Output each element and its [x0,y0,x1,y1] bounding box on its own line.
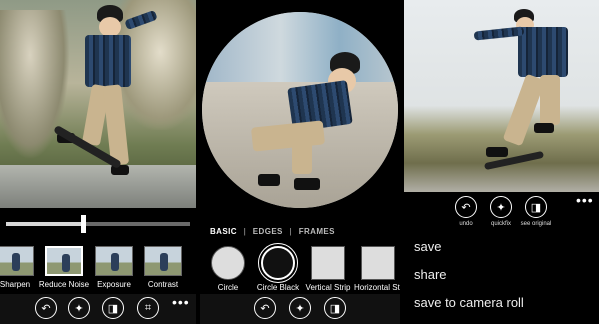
app-bar: ↶ ✦ ◨ ⌗ ••• [0,294,196,324]
menu-item-save[interactable]: save [414,238,524,266]
filter-label: Sharpen [0,280,31,289]
quickfix-button[interactable]: ✦ quickfix [481,196,521,227]
frames-screen: BASIC | EDGES | FRAMES Circle Circle Bla… [200,0,400,324]
frame-thumbnail [258,243,298,283]
filter-thumbnail [0,246,34,276]
frame-circle-black[interactable]: Circle Black [254,240,302,296]
edit-screen: Sharpen Reduce Noise Exposure Contrast ↶… [0,0,196,324]
frame-vertical-strip[interactable]: Vertical Strip [304,240,352,296]
frame-label: Horizontal Strip [354,283,400,292]
quickfix-icon[interactable]: ✦ [289,297,311,319]
action-label: see original [520,221,552,227]
filter-contrast[interactable]: Contrast [138,240,188,296]
filter-strip: Sharpen Reduce Noise Exposure Contrast [0,240,196,296]
compare-icon[interactable]: ◨ [324,297,346,319]
frame-horizontal-strip[interactable]: Horizontal Strip [354,240,400,296]
save-screen: ↶ undo ✦ quickfix ◨ see original ••• sav… [404,0,599,324]
filter-thumbnail [144,246,182,276]
skater-photo [0,0,196,208]
tab-edges[interactable]: EDGES [253,227,283,236]
frame-tabs: BASIC | EDGES | FRAMES [210,227,339,236]
more-icon[interactable]: ••• [172,294,190,310]
undo-button[interactable]: ↶ undo [446,196,486,227]
tab-separator: | [289,227,293,236]
frame-strip: Circle Circle Black Vertical Strip Horiz… [200,240,400,296]
frame-circle[interactable]: Circle [204,240,252,296]
filter-exposure[interactable]: Exposure [89,240,139,296]
compare-icon: ◨ [525,196,547,218]
skater-photo [404,0,599,192]
quickfix-icon: ✦ [490,196,512,218]
see-original-button[interactable]: ◨ see original [516,196,556,227]
slider-thumb[interactable] [81,215,87,233]
frame-label: Vertical Strip [305,283,351,292]
frame-thumbnail [361,246,395,280]
action-bar: ↶ undo ✦ quickfix ◨ see original ••• [404,192,599,232]
slider-fill [6,222,84,226]
frame-label: Circle [217,283,239,292]
quickfix-icon[interactable]: ✦ [68,297,90,319]
frame-thumbnail [311,246,345,280]
app-bar: ↶ ✦ ◨ [200,294,400,324]
frame-thumbnail [211,246,245,280]
filter-label: Exposure [97,280,131,289]
framed-photo [202,12,398,208]
undo-icon[interactable]: ↶ [35,297,57,319]
filter-sharpen[interactable]: Sharpen [0,240,40,296]
undo-icon: ↶ [455,196,477,218]
crop-icon[interactable]: ⌗ [137,297,159,319]
filter-reduce-noise[interactable]: Reduce Noise [38,240,90,296]
action-label: quickfix [490,221,511,227]
tab-frames[interactable]: FRAMES [299,227,335,236]
undo-icon[interactable]: ↶ [254,297,276,319]
menu-item-share[interactable]: share [414,266,524,294]
filter-label: Reduce Noise [38,280,90,289]
filter-thumbnail [95,246,133,276]
tab-basic[interactable]: BASIC [210,227,237,236]
save-menu: save share save to camera roll [414,238,524,322]
more-icon[interactable]: ••• [576,192,594,208]
tab-separator: | [243,227,247,236]
compare-icon[interactable]: ◨ [102,297,124,319]
filter-thumbnail [45,246,83,276]
action-label: undo [459,221,473,227]
menu-item-save-to-camera-roll[interactable]: save to camera roll [414,294,524,322]
frame-label: Circle Black [256,283,300,292]
adjust-slider[interactable] [6,215,190,233]
filter-label: Contrast [147,280,179,289]
